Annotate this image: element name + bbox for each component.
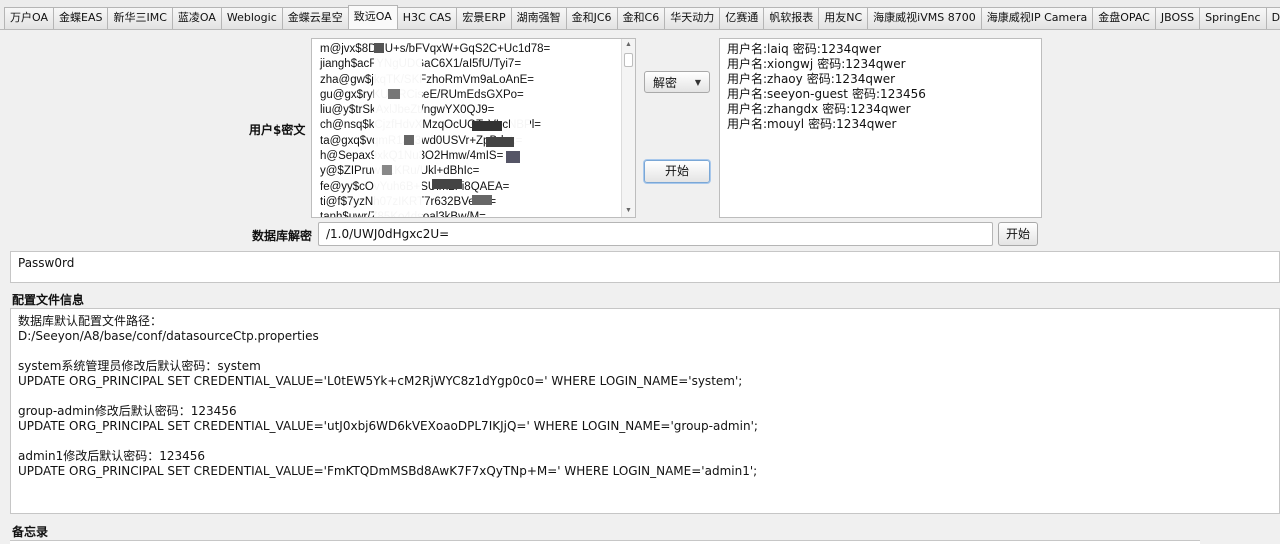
tab-17[interactable]: 海康威视IP Camera xyxy=(980,7,1094,29)
result-password: 密码:1234qwer xyxy=(808,117,897,131)
cipher-textarea[interactable]: ▲ ▼ m@jvx$8DNU+s/bFVqxW+GqS2C+Uc1d78=jia… xyxy=(311,38,636,218)
tab-bar: 万户OA 金蝶EAS 新华三IMC 蓝凌OA Weblogic 金蝶云星空 致远OA H3C … xyxy=(0,0,1280,30)
result-username: 用户名:zhangdx xyxy=(727,102,819,116)
result-row: 用户名:zhangdx 密码:1234qwer xyxy=(727,102,1041,117)
cipher-line: ta@gxq$vqmR1Ju3wd0USVr+ZpBdpk= xyxy=(320,134,635,149)
cipher-line: fe@yy$cOvYuh6B+SUlm2Fi8QAEA= xyxy=(320,180,635,195)
result-password: 密码:123456 xyxy=(852,87,926,101)
redaction-pixel xyxy=(432,179,462,189)
tab-14[interactable]: 帆软报表 xyxy=(763,7,820,29)
config-textarea[interactable]: 数据库默认配置文件路径： D:/Seeyon/A8/base/conf/data… xyxy=(10,308,1280,514)
chevron-down-icon: ▼ xyxy=(694,77,701,87)
result-textarea[interactable]: 用户名:laiq 密码:1234qwer 用户名:xiongwj 密码:1234qwe… xyxy=(719,38,1042,218)
cipher-line: m@jvx$8DNU+s/bFVqxW+GqS2C+Uc1d78= xyxy=(320,43,551,55)
result-password: 密码:1234qwer xyxy=(792,42,882,56)
redaction-pixel xyxy=(472,121,502,131)
result-username: 用户名:laiq xyxy=(727,42,789,56)
result-password: 密码:1234qwer xyxy=(817,57,906,71)
start-decrypt-button[interactable]: 开始 xyxy=(644,160,710,183)
db-cipher-input[interactable]: /1.0/UWJ0dHgxc2U= xyxy=(318,222,993,246)
result-username: 用户名:mouyl xyxy=(727,117,805,131)
tab-4[interactable]: Weblogic xyxy=(220,7,283,29)
user-cipher-label: 用户$密文 xyxy=(249,123,306,137)
redaction-block xyxy=(374,57,422,217)
tab-7[interactable]: H3C CAS xyxy=(396,7,458,29)
tab-19[interactable]: JBOSS xyxy=(1154,7,1201,29)
tab-1[interactable]: 金蝶EAS xyxy=(53,7,109,29)
memo-textarea[interactable] xyxy=(10,540,1200,544)
db-output-field[interactable]: Passw0rd xyxy=(10,251,1280,283)
tab-12[interactable]: 华天动力 xyxy=(664,7,721,29)
redaction-pixel xyxy=(472,195,492,205)
tab-3[interactable]: 蓝凌OA xyxy=(171,7,222,29)
cipher-line: y@$ZIPruwE1KRu/Ukl+dBhIc= xyxy=(320,164,635,179)
redaction-pixel xyxy=(404,135,414,145)
cipher-line: gu@gx$ryKUmRCiseE/RUmEdsGXPo= xyxy=(320,88,635,103)
tab-2[interactable]: 新华三IMC xyxy=(107,7,173,29)
tab-9[interactable]: 湖南强智 xyxy=(510,7,567,29)
cipher-line: zha@gw$jkqTK/SKFzhoRmVm9aLoAnE= xyxy=(320,73,534,86)
tab-16[interactable]: 海康威视iVMS 8700 xyxy=(867,7,982,29)
tab-6[interactable]: 致远OA xyxy=(347,5,398,29)
result-row: 用户名:laiq 密码:1234qwer xyxy=(727,42,1041,57)
tab-11[interactable]: 金和C6 xyxy=(616,7,666,29)
db-start-button[interactable]: 开始 xyxy=(998,222,1038,246)
tab-15[interactable]: 用友NC xyxy=(818,7,869,29)
config-section-title: 配置文件信息 xyxy=(12,293,85,307)
cipher-line: tanh$uwr/Z85Ko4dsoal3kBw/M= xyxy=(320,210,635,217)
result-row: 用户名:mouyl 密码:1234qwer xyxy=(727,117,1041,132)
result-row: 用户名:zhaoy 密码:1234qwer xyxy=(727,72,1041,87)
mode-select-label: 解密 xyxy=(653,75,678,90)
redaction-pixel xyxy=(382,165,392,175)
cipher-line: h@Sepax9xkQ1Nu3O2Hmw/4mIS= xyxy=(320,149,635,164)
redaction-pixel xyxy=(388,89,400,99)
memo-section-title: 备忘录 xyxy=(12,525,49,539)
result-row: 用户名:xiongwj 密码:1234qwer xyxy=(727,57,1041,72)
redaction-pixel xyxy=(506,151,520,163)
tab-10[interactable]: 金和JC6 xyxy=(565,7,618,29)
tab-13[interactable]: 亿赛通 xyxy=(719,7,765,29)
tab-5[interactable]: 金蝶云星空 xyxy=(281,7,349,29)
result-username: 用户名:xiongwj xyxy=(727,57,814,71)
db-decrypt-label: 数据库解密 xyxy=(252,229,313,243)
redaction-pixel xyxy=(486,137,514,147)
tab-0[interactable]: 万户OA xyxy=(4,7,54,29)
tab-8[interactable]: 宏景ERP xyxy=(456,7,512,29)
cipher-line: liu@y$trSkAxlJbeZt/ngwYX0QJ9= xyxy=(320,103,635,118)
redaction-pixel xyxy=(374,43,384,53)
tab-18[interactable]: 金盘OPAC xyxy=(1092,7,1156,29)
cipher-line: jiangh$acFYNgUDGaC6X1/aI5fU/Tyi7= xyxy=(320,57,635,72)
tab-20[interactable]: SpringEnc xyxy=(1199,7,1267,29)
result-row: 用户名:seeyon-guest 密码:123456 xyxy=(727,87,1041,102)
result-username: 用户名:seeyon-guest xyxy=(727,87,849,101)
result-password: 密码:1234qwer xyxy=(822,102,911,116)
mode-select[interactable]: 解密 ▼ xyxy=(644,71,710,93)
result-password: 密码:1234qwer xyxy=(806,72,896,86)
result-username: 用户名:zhaoy xyxy=(727,72,803,86)
tab-21[interactable]: Druid xyxy=(1265,7,1280,29)
